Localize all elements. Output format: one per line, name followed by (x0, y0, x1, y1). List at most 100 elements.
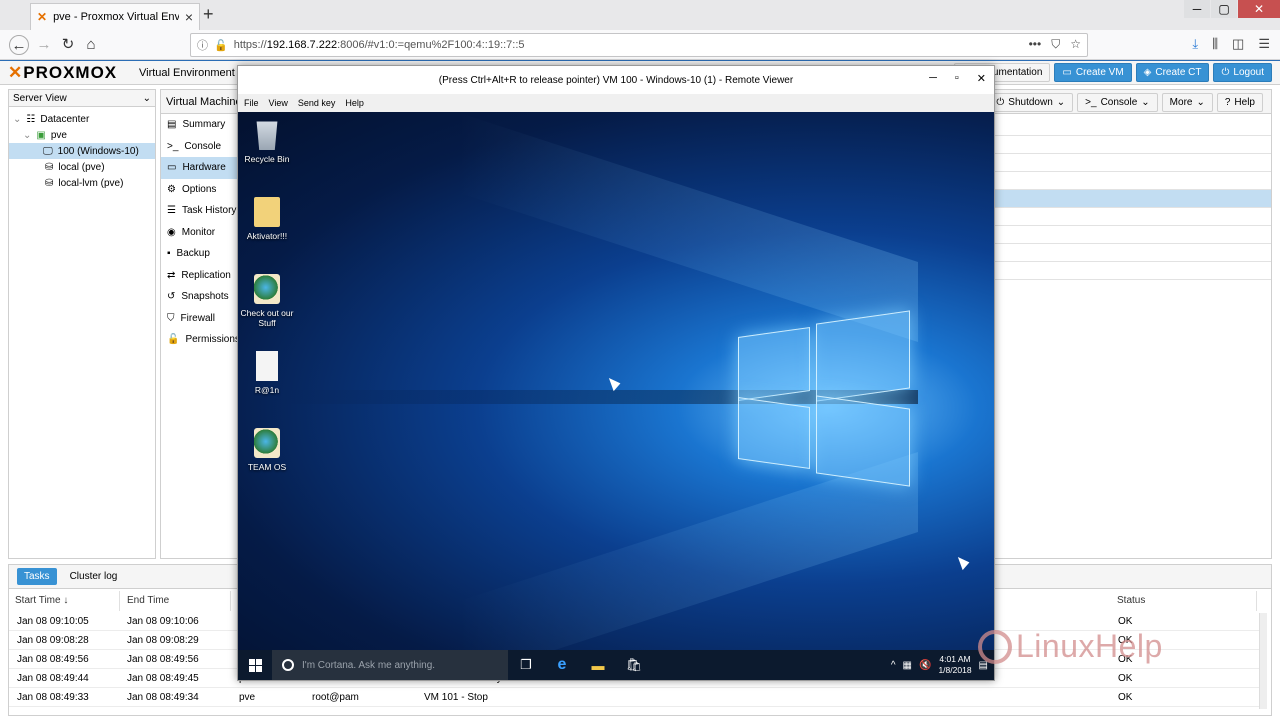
maximize-icon[interactable]: ▫ (955, 72, 959, 85)
mouse-pointer-icon (608, 374, 623, 392)
page-actions-icon[interactable]: ••• (1029, 37, 1042, 52)
expand-icon: ⌄ (13, 113, 22, 125)
hardware-row[interactable] (991, 190, 1271, 208)
power-icon: ⏻ (996, 97, 1005, 108)
logout-button[interactable]: ⏻ Logout (1213, 63, 1272, 82)
desktop-icon-r1n[interactable]: R@1n (239, 351, 295, 395)
view-selector[interactable]: Server View ⌄ (9, 90, 155, 107)
volume-muted-icon[interactable]: 🔇 (919, 660, 931, 671)
tree-item-datacenter[interactable]: ⌄ ☷ Datacenter (9, 111, 155, 127)
hardware-row[interactable] (991, 118, 1271, 136)
desktop-icon-aktivator[interactable]: Aktivator!!! (239, 197, 295, 241)
table-row[interactable]: Jan 08 08:49:33 Jan 08 08:49:34 pve root@pa… (9, 689, 1259, 707)
back-icon[interactable]: ← (9, 35, 29, 55)
file-explorer-icon[interactable]: ▬ (580, 650, 616, 680)
tree-item-vm-100[interactable]: 🖵 100 (Windows-10) (9, 143, 155, 159)
vm-menu-hardware[interactable]: ▭ Hardware (161, 157, 239, 179)
menu-file[interactable]: File (244, 98, 259, 108)
hardware-row[interactable] (991, 136, 1271, 154)
floppy-icon: ▪ (167, 248, 171, 260)
lock-warning-icon[interactable]: 🔓 (214, 39, 228, 52)
reload-icon[interactable]: ↻ (58, 35, 78, 55)
task-view-icon[interactable]: ❐ (508, 650, 544, 680)
tree-item-storage-local-lvm[interactable]: ⛁ local-lvm (pve) (9, 175, 155, 191)
vm-menu-replication[interactable]: ⇄ Replication (161, 265, 239, 287)
viewer-menu-bar: File View Send key Help (238, 94, 994, 112)
hardware-list (991, 118, 1271, 280)
menu-icon[interactable]: ☰ (1258, 36, 1270, 52)
start-button[interactable] (238, 650, 272, 680)
vm-menu-console[interactable]: >_ Console (161, 136, 239, 158)
create-ct-button[interactable]: ◈ Create CT (1135, 63, 1210, 82)
new-tab-icon[interactable]: + (203, 4, 214, 25)
maximize-icon[interactable]: ▢ (1211, 0, 1237, 18)
vm-menu-snapshots[interactable]: ↺ Snapshots (161, 286, 239, 308)
expand-icon: ⌄ (23, 129, 32, 141)
web-shortcut-icon (254, 274, 280, 304)
vm-menu-monitor[interactable]: ◉ Monitor (161, 222, 239, 244)
vm-menu-firewall[interactable]: ⛉ Firewall (161, 308, 239, 330)
forward-icon[interactable]: → (34, 35, 54, 55)
tab-close-icon[interactable]: × (185, 9, 193, 25)
home-icon[interactable]: ⌂ (81, 35, 101, 55)
cortana-search-box[interactable]: I'm Cortana. Ask me anything. (272, 650, 508, 680)
url-bar[interactable]: ⓘ 🔓 https://192.168.7.222:8006/#v1:0:=qe… (190, 33, 1088, 57)
vm-menu-options[interactable]: ⚙ Options (161, 179, 239, 201)
pocket-icon[interactable]: ⛉ (1051, 37, 1060, 52)
hardware-row[interactable] (991, 226, 1271, 244)
tab-cluster-log[interactable]: Cluster log (63, 568, 125, 585)
column-end-time[interactable]: End Time (121, 591, 231, 611)
store-icon[interactable]: 🛍 (616, 650, 652, 680)
datacenter-icon: ☷ (26, 113, 36, 125)
close-icon[interactable]: ✕ (1238, 0, 1280, 18)
folder-icon (254, 197, 280, 227)
windows-logo-pane (738, 396, 810, 470)
menu-send-key[interactable]: Send key (298, 98, 336, 108)
chevron-up-icon[interactable]: ^ (891, 660, 896, 671)
windows-logo-icon (248, 658, 262, 672)
viewer-title: (Press Ctrl+Alt+R to release pointer) VM… (438, 74, 794, 86)
console-button[interactable]: >_ Console ⌄ (1077, 93, 1158, 112)
hardware-row[interactable] (991, 208, 1271, 226)
column-start-time[interactable]: Start Time ↓ (9, 591, 120, 611)
unlock-icon: 🔓 (167, 334, 180, 346)
desktop-icon-recycle-bin[interactable]: Recycle Bin (239, 120, 295, 164)
browser-tab[interactable]: ✕ pve - Proxmox Virtual Environm × (30, 3, 200, 30)
minimize-icon[interactable]: ─ (929, 72, 937, 85)
create-vm-button[interactable]: ▭ Create VM (1054, 63, 1132, 82)
tab-tasks[interactable]: Tasks (17, 568, 57, 585)
network-icon[interactable]: ▦ (903, 660, 912, 671)
tree-item-storage-local[interactable]: ⛁ local (pve) (9, 159, 155, 175)
vm-menu-permissions[interactable]: 🔓 Permissions (161, 329, 240, 351)
close-icon[interactable]: ✕ (977, 72, 986, 85)
hardware-row[interactable] (991, 172, 1271, 190)
help-button[interactable]: ? Help (1216, 93, 1263, 112)
tree-item-node[interactable]: ⌄ ▣ pve (9, 127, 155, 143)
column-status[interactable]: Status (1111, 591, 1257, 611)
hardware-row[interactable] (991, 262, 1271, 280)
desktop-icon: ▭ (167, 162, 177, 174)
shield-icon: ⛉ (167, 312, 175, 324)
downloads-icon[interactable]: ⤓ (1192, 36, 1198, 52)
desktop-icon-check-out-our-stuff[interactable]: Check out our Stuff (239, 274, 295, 328)
hardware-row[interactable] (991, 244, 1271, 262)
edge-browser-icon[interactable]: e (544, 650, 580, 680)
bookmark-star-icon[interactable]: ☆ (1070, 37, 1081, 52)
vm-menu-backup[interactable]: ▪ Backup (161, 243, 239, 265)
taskbar-clock[interactable]: 4:01 AM 1/8/2018 (938, 654, 971, 676)
minimize-icon[interactable]: ─ (1184, 0, 1210, 18)
vm-menu-task-history[interactable]: ☰ Task History (161, 200, 239, 222)
windows-desktop[interactable]: Recycle Bin Aktivator!!! Check out our S… (238, 112, 994, 650)
more-button[interactable]: More ⌄ (1161, 93, 1213, 112)
menu-help[interactable]: Help (345, 98, 364, 108)
vm-menu: ▤ Summary >_ Console ▭ Hardware ⚙ Options ☰ T… (161, 114, 240, 351)
desktop-icon-team-os[interactable]: TEAM OS (239, 428, 295, 472)
shutdown-button[interactable]: ⏻ Shutdown ⌄ (988, 93, 1074, 112)
menu-view[interactable]: View (269, 98, 288, 108)
scrollbar[interactable] (1259, 613, 1267, 709)
library-icon[interactable]: ⫼ (1212, 36, 1218, 52)
sidebar-icon[interactable]: ◫ (1232, 36, 1244, 52)
hardware-row[interactable] (991, 154, 1271, 172)
vm-menu-summary[interactable]: ▤ Summary (161, 114, 239, 136)
info-icon[interactable]: ⓘ (197, 37, 208, 53)
